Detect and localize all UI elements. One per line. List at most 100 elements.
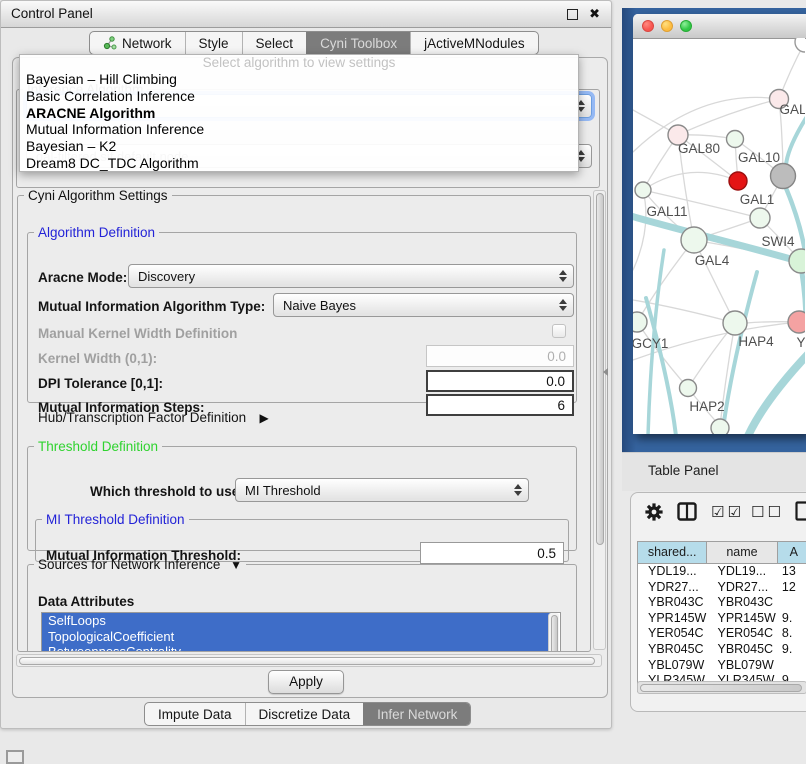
algorithm-option-bayesian-k2[interactable]: Bayesian – K2	[20, 138, 578, 155]
mi-steps-field[interactable]: 6	[426, 394, 574, 416]
table-cell[interactable]: YPR145W	[707, 611, 777, 627]
network-edge-highlighted[interactable]	[748, 350, 805, 434]
network-canvas[interactable]: GALGAL80GAL10GAL11GAL1SWI4GAL4GCY1HAP4YH…	[633, 38, 805, 434]
table-cell[interactable]: YER054C	[707, 626, 777, 642]
attribute-item-betweennesscentrality[interactable]: BetweennessCentrality	[42, 644, 554, 652]
dpi-tolerance-field[interactable]: 0.0	[426, 370, 574, 392]
table-cell[interactable]: YPR145W	[638, 611, 707, 627]
hub-definition-expander[interactable]: Hub/Transcription Factor Definition ▶	[38, 409, 269, 427]
network-edge[interactable]	[633, 190, 646, 270]
settings-hscrollbar[interactable]	[16, 654, 602, 667]
network-edge[interactable]	[643, 172, 738, 190]
tab-select[interactable]: Select	[242, 32, 307, 54]
float-window-icon[interactable]	[567, 9, 578, 20]
network-edge[interactable]	[678, 99, 779, 135]
network-node-gray-node[interactable]	[771, 164, 796, 189]
network-node-gal11[interactable]	[635, 182, 651, 198]
table-cell[interactable]: 9.	[778, 642, 806, 658]
algorithm-option-aracne-algorithm[interactable]: ARACNE Algorithm	[20, 105, 578, 122]
table-cell[interactable]: YDL19...	[638, 564, 707, 580]
tab-discretize-data[interactable]: Discretize Data	[245, 703, 364, 725]
tab-network[interactable]: Network	[90, 32, 185, 54]
table-cell[interactable]: YBL079W	[638, 658, 707, 674]
network-node-red-node[interactable]	[729, 172, 747, 190]
table-cell[interactable]: 8.	[778, 626, 806, 642]
table-cell[interactable]: YDR27...	[707, 580, 777, 596]
table-row[interactable]: YPR145WYPR145W9.	[638, 611, 806, 627]
table-cell[interactable]: 12	[778, 580, 806, 596]
table-row[interactable]: YBL079WYBL079W	[638, 658, 806, 674]
network-window-titlebar[interactable]	[633, 14, 806, 39]
table-cell[interactable]: YBL079W	[707, 658, 777, 674]
network-node-y-node[interactable]	[788, 311, 805, 333]
tab-cyni-toolbox[interactable]: Cyni Toolbox	[306, 32, 410, 54]
table-cell[interactable]: YDL19...	[707, 564, 777, 580]
minimize-traffic-light[interactable]	[661, 20, 673, 32]
column-header-name[interactable]: name	[707, 542, 777, 564]
table-cell[interactable]: YBR045C	[638, 642, 707, 658]
table-row[interactable]: YDR27...YDR27...12	[638, 580, 806, 596]
algorithm-option-basic-correlation-inference[interactable]: Basic Correlation Inference	[20, 88, 578, 105]
split-columns-icon[interactable]	[677, 502, 697, 521]
table-row[interactable]: YBR045CYBR045C9.	[638, 642, 806, 658]
network-node-swi4[interactable]	[789, 249, 805, 273]
zoom-traffic-light[interactable]	[680, 20, 692, 32]
document-icon[interactable]	[795, 501, 806, 521]
settings-vscrollbar[interactable]	[593, 190, 606, 650]
network-node-gal10[interactable]	[727, 131, 744, 148]
network-node-hap4[interactable]	[723, 311, 747, 335]
attribute-item-selfloops[interactable]: SelfLoops	[42, 613, 554, 629]
network-edge-highlighted[interactable]	[786, 118, 805, 165]
close-icon[interactable]: ✖	[589, 5, 600, 23]
algorithm-option-mutual-information-inference[interactable]: Mutual Information Inference	[20, 121, 578, 138]
manual-kernel-checkbox[interactable]	[552, 324, 566, 338]
network-node-gal1[interactable]	[750, 208, 770, 228]
table-cell[interactable]: YDR27...	[638, 580, 707, 596]
attribute-item-topologicalcoefficient[interactable]: TopologicalCoefficient	[42, 629, 554, 645]
gear-icon[interactable]	[645, 503, 663, 521]
table-cell[interactable]: YBR043C	[707, 595, 777, 611]
table-cell[interactable]: YBR043C	[638, 595, 707, 611]
table-cell[interactable]	[778, 595, 806, 611]
table-row[interactable]: YER054CYER054C8.	[638, 626, 806, 642]
tab-style[interactable]: Style	[185, 32, 242, 54]
apply-button[interactable]: Apply	[268, 670, 344, 694]
column-header-a[interactable]: A	[778, 542, 806, 564]
which-threshold-combo[interactable]: MI Threshold	[235, 478, 529, 502]
table-cell[interactable]: 13	[778, 564, 806, 580]
network-view-window[interactable]: GALGAL80GAL10GAL11GAL1SWI4GAL4GCY1HAP4YH…	[633, 14, 806, 434]
tab-infer-network[interactable]: Infer Network	[363, 703, 470, 725]
kernel-width-field[interactable]: 0.0	[426, 345, 574, 367]
aracne-mode-combo[interactable]: Discovery	[128, 264, 574, 288]
table-row[interactable]: YBR043CYBR043C	[638, 595, 806, 611]
table-cell[interactable]	[778, 658, 806, 674]
table-row[interactable]: YDL19...YDL19...13	[638, 564, 806, 580]
split-pane-collapse-icon[interactable]	[603, 368, 608, 376]
network-node-edge-node[interactable]	[795, 38, 805, 52]
table-cell[interactable]: 9.	[778, 611, 806, 627]
table-hscrollbar-thumb[interactable]	[640, 684, 802, 692]
collapse-down-icon[interactable]: ▼	[230, 558, 242, 572]
network-node-gcy1[interactable]	[633, 312, 647, 332]
table-cell[interactable]: YER054C	[638, 626, 707, 642]
data-attributes-list[interactable]: SelfLoopsTopologicalCoefficientBetweenne…	[41, 612, 561, 652]
network-edge-highlighted[interactable]	[722, 272, 757, 434]
algorithm-option-bayesian-hill-climbing[interactable]: Bayesian – Hill Climbing	[20, 71, 578, 88]
close-traffic-light[interactable]	[642, 20, 654, 32]
network-node-hap2[interactable]	[680, 380, 697, 397]
tab-impute-data[interactable]: Impute Data	[145, 703, 245, 725]
settings-hscrollbar-thumb[interactable]	[19, 657, 595, 665]
tab-jactivemnodules[interactable]: jActiveMNodules	[410, 32, 538, 54]
deselect-all-checkboxes-icon[interactable]: ☐☐	[751, 503, 784, 521]
network-edge[interactable]	[637, 240, 694, 322]
list-scrollbar[interactable]	[548, 613, 559, 652]
mi-algorithm-type-combo[interactable]: Naive Bayes	[273, 293, 574, 317]
select-all-checkboxes-icon[interactable]: ☑☑	[711, 503, 744, 521]
network-node-gal4[interactable]	[681, 227, 707, 253]
table-cell[interactable]: YBR045C	[707, 642, 777, 658]
table-hscrollbar[interactable]	[637, 681, 806, 694]
list-scrollbar-thumb[interactable]	[551, 615, 558, 652]
column-header-shared[interactable]: shared...	[638, 542, 707, 564]
algorithm-option-dream8-dc-tdc-algorithm[interactable]: Dream8 DC_TDC Algorithm	[20, 155, 578, 172]
network-node-bottom-node[interactable]	[711, 419, 729, 434]
